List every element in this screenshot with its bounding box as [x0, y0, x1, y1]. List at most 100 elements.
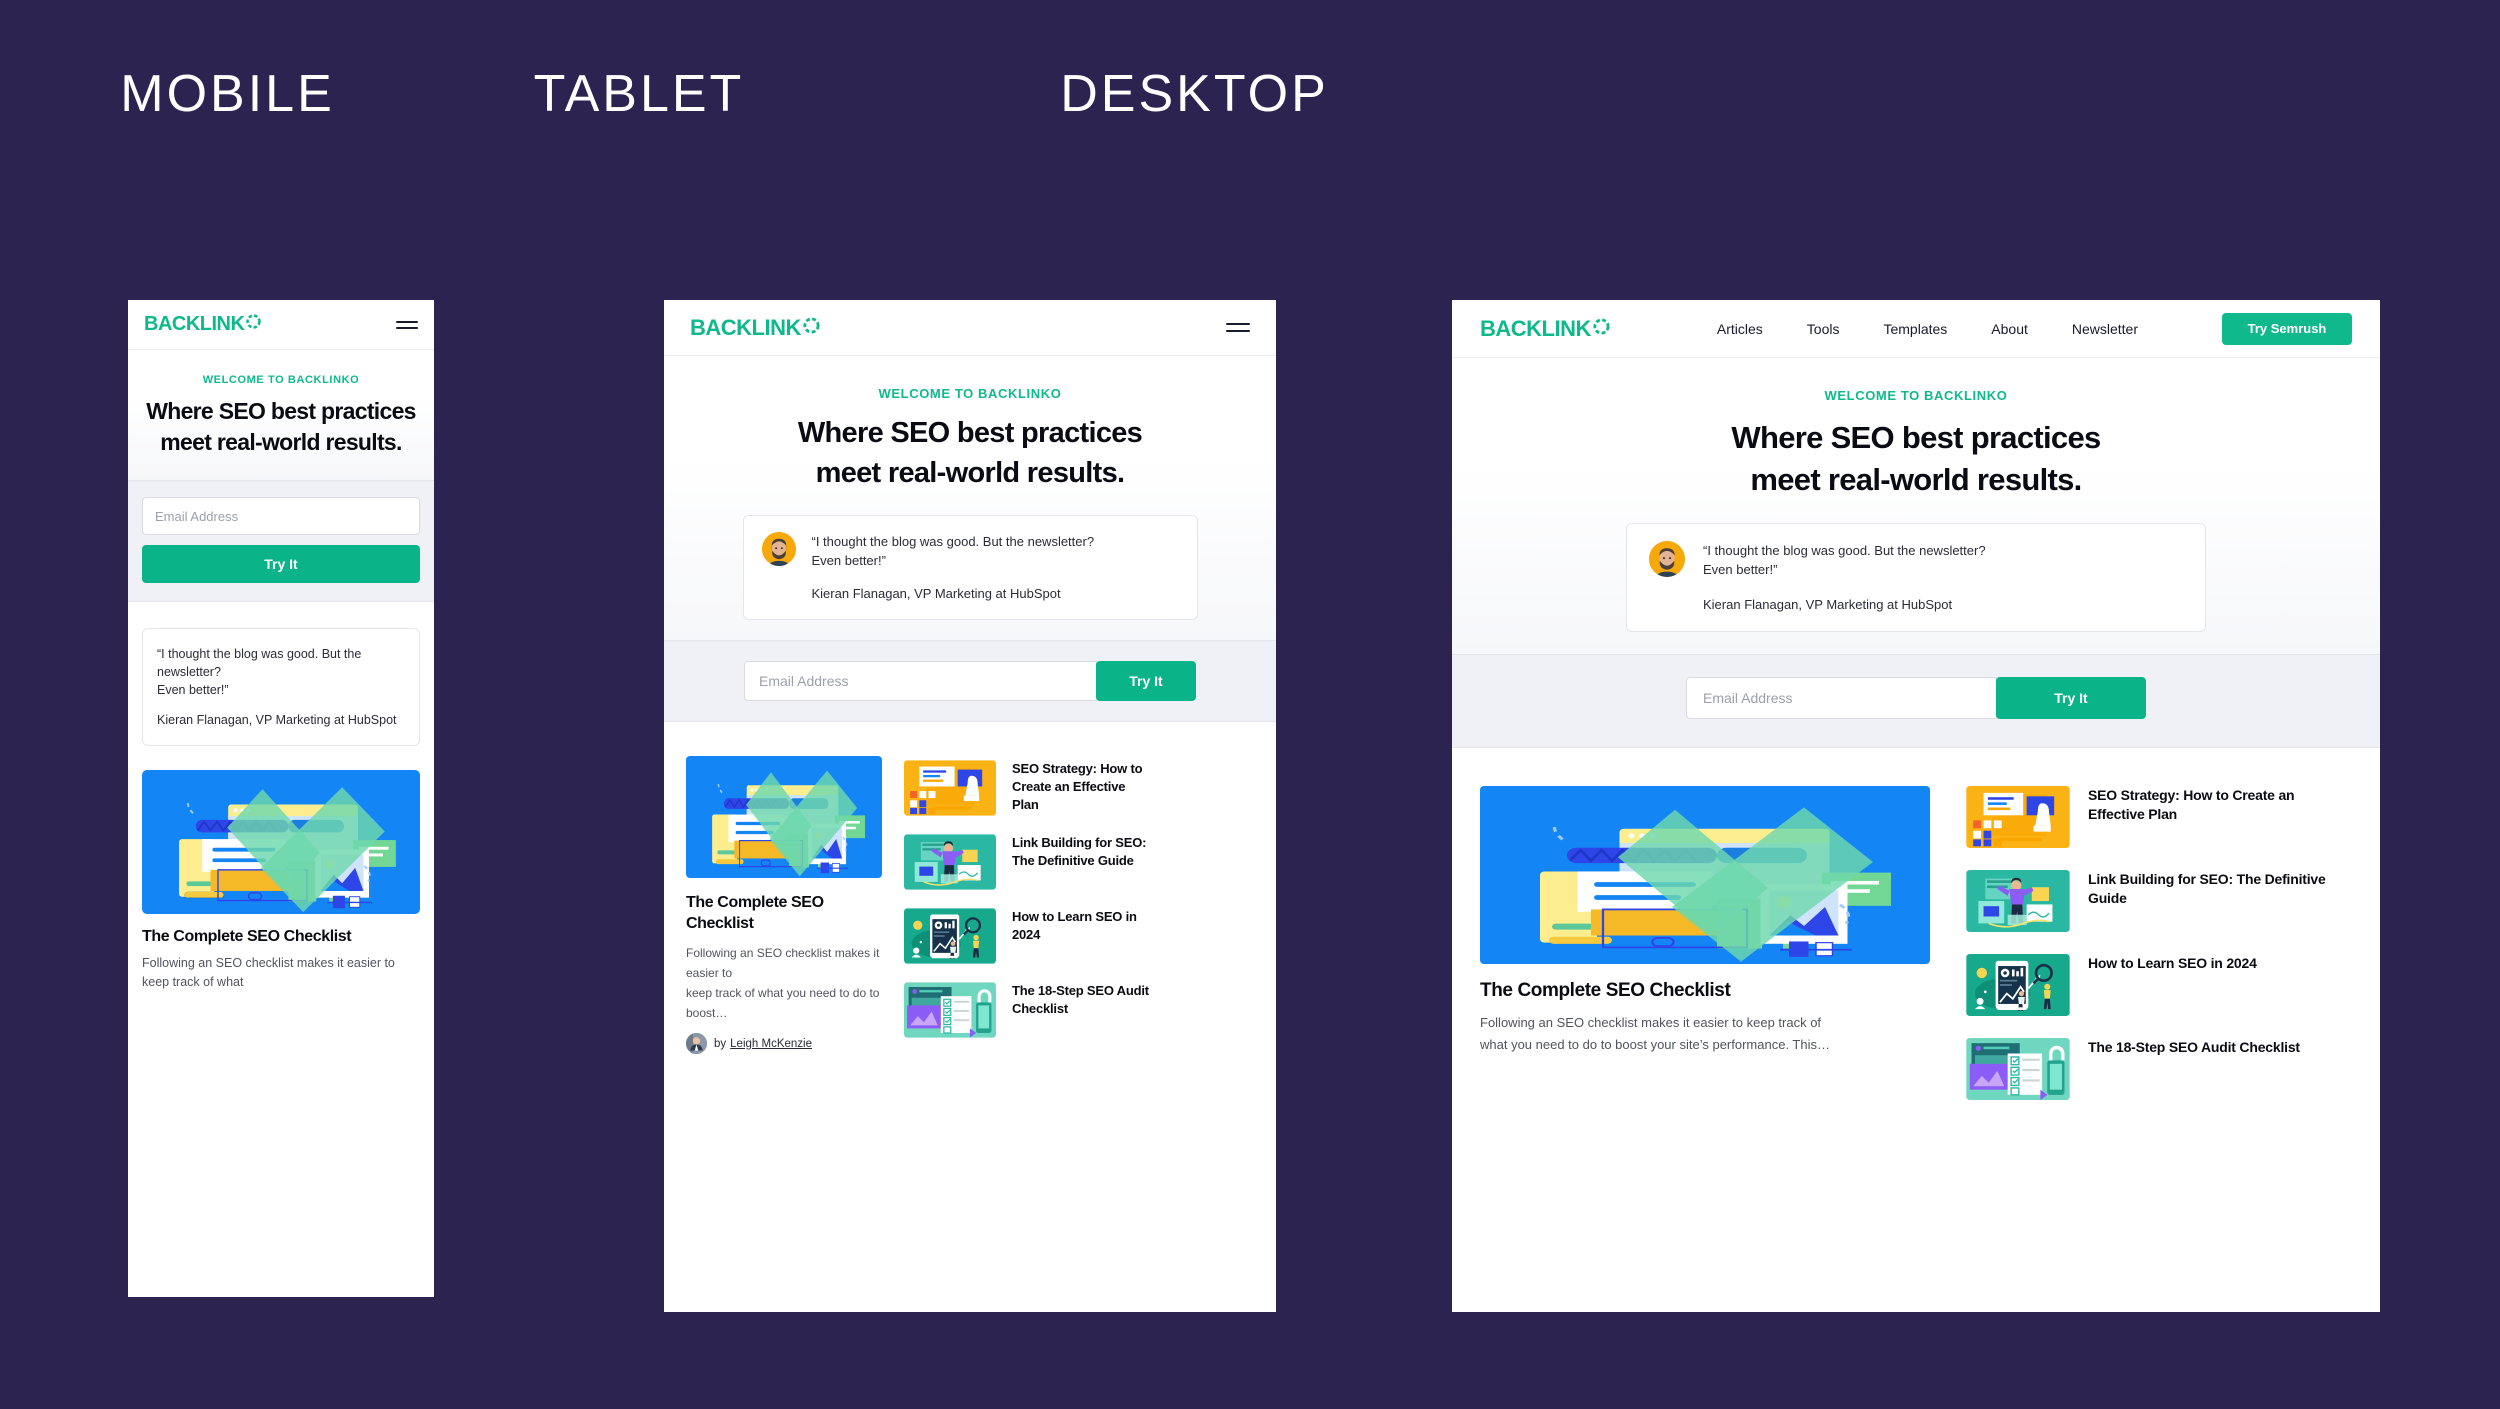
- tablet-signup-band: Try It: [664, 640, 1276, 722]
- label-mobile: MOBILE: [120, 65, 335, 123]
- testimonial-attribution: Kieran Flanagan, VP Marketing at HubSpot: [1703, 597, 1953, 612]
- nav-item-tools[interactable]: Tools: [1807, 321, 1840, 337]
- viewport-comparison-board: MOBILE TABLET DESKTOP BACKLINK WELCOME T…: [0, 0, 2500, 1409]
- email-field[interactable]: [1686, 677, 1997, 719]
- list-item-title-line: The 18-Step SEO Audit: [1012, 983, 1149, 998]
- list-item[interactable]: How to Learn SEO in 2024: [904, 908, 1254, 964]
- testimonial-card: “I thought the blog was good. But the ne…: [742, 515, 1198, 620]
- list-item-title-line: SEO Strategy: How to Create an: [2088, 787, 2295, 803]
- list-item-title: SEO Strategy: How to Create an Effective…: [2088, 786, 2295, 824]
- featured-article-excerpt-line1: Following an SEO checklist makes it easi…: [686, 946, 880, 980]
- seo-audit-illustration-icon: [1966, 1038, 2070, 1100]
- testimonial-body: “I thought the blog was good. But the ne…: [157, 645, 405, 729]
- list-item-title: SEO Strategy: How to Create an Effective…: [1012, 760, 1143, 814]
- tablet-content: The Complete SEO Checklist Following an …: [664, 722, 1276, 1054]
- desktop-hero: WELCOME TO BACKLINKO Where SEO best prac…: [1452, 358, 2380, 654]
- tablet-site-header: BACKLINK: [664, 300, 1276, 356]
- seo-checklist-illustration-icon: [142, 770, 420, 914]
- email-field[interactable]: [142, 497, 420, 535]
- main-nav: Articles Tools Templates About Newslette…: [1717, 321, 2138, 337]
- submit-button[interactable]: Try It: [1996, 677, 2146, 719]
- try-semrush-button[interactable]: Try Semrush: [2222, 312, 2352, 345]
- testimonial-quote-line1: “I thought the blog was good. But the ne…: [1703, 543, 1986, 558]
- list-item[interactable]: SEO Strategy: How to Create an Effective…: [1966, 786, 2352, 848]
- list-item-title-line: Create an Effective: [1012, 779, 1126, 794]
- hero-headline-line2: meet real-world results.: [1750, 462, 2082, 497]
- hero-headline-line1: Where SEO best practices: [797, 417, 1143, 449]
- list-item-title-line: Plan: [1012, 797, 1039, 812]
- list-item[interactable]: Link Building for SEO: The Definitive Gu…: [1966, 870, 2352, 932]
- testimonial-quote-line2: Even better!”: [1703, 562, 1778, 577]
- hero-headline-line1: Where SEO best practices: [1731, 420, 2101, 455]
- byline-prefix: by: [714, 1037, 727, 1050]
- testimonial-attribution: Kieran Flanagan, VP Marketing at HubSpot: [811, 586, 1061, 601]
- hero-eyebrow: WELCOME TO BACKLINKO: [1824, 388, 2008, 403]
- page-title: Where SEO best practices meet real-world…: [1476, 417, 2356, 501]
- tablet-featured-article[interactable]: The Complete SEO Checklist Following an …: [686, 756, 882, 1054]
- byline-author-link[interactable]: Leigh McKenzie: [730, 1038, 812, 1050]
- featured-article-title: The Complete SEO Checklist: [686, 892, 882, 934]
- tablet-viewport: BACKLINK WELCOME TO BACKLINKO Where SEO …: [664, 300, 1276, 1312]
- logo[interactable]: BACKLINK: [144, 313, 262, 336]
- link-building-illustration-icon: [904, 834, 996, 890]
- byline[interactable]: by Leigh McKenzie: [686, 1033, 882, 1054]
- logo-text: BACKLINK: [1480, 315, 1591, 341]
- list-item-title-line: Checklist: [1012, 1001, 1069, 1016]
- desktop-signup-band: Try It: [1452, 654, 2380, 748]
- list-item[interactable]: SEO Strategy: How to Create an Effective…: [904, 760, 1254, 816]
- testimonial-card: “I thought the blog was good. But the ne…: [1626, 523, 2206, 632]
- hamburger-icon[interactable]: [396, 320, 418, 329]
- list-item-title: Link Building for SEO: The Definitive Gu…: [1012, 834, 1146, 870]
- testimonial-quote-line2: Even better!”: [157, 683, 229, 697]
- list-item-title-line: 2024: [1012, 927, 1041, 942]
- list-item-title-line: Link Building for SEO: The Definitive: [2088, 871, 2326, 887]
- seo-checklist-illustration-icon: [1480, 786, 1930, 964]
- dashed-circle-o-icon: [1592, 317, 1611, 336]
- list-item-title-line: How to Learn SEO in: [1012, 909, 1137, 924]
- featured-article-title: The Complete SEO Checklist: [1480, 980, 1731, 1001]
- logo[interactable]: BACKLINK: [690, 315, 821, 341]
- submit-button[interactable]: Try It: [142, 545, 420, 583]
- seo-audit-illustration-icon: [904, 982, 996, 1038]
- desktop-article-list: SEO Strategy: How to Create an Effective…: [1966, 786, 2352, 1100]
- nav-item-newsletter[interactable]: Newsletter: [2072, 321, 2138, 337]
- dashed-circle-o-icon: [802, 316, 821, 335]
- testimonial-attribution: Kieran Flanagan, VP Marketing at HubSpot: [157, 713, 397, 727]
- list-item-title-line: The Definitive Guide: [1012, 853, 1134, 868]
- email-field[interactable]: [744, 661, 1097, 701]
- featured-article-excerpt-line2: what you need to do to boost your site’s…: [1480, 1037, 1830, 1052]
- nav-item-templates[interactable]: Templates: [1883, 321, 1947, 337]
- desktop-featured-article[interactable]: The Complete SEO Checklist Following an …: [1480, 786, 1930, 1100]
- hero-headline-line1: Where SEO best practices: [146, 398, 416, 424]
- page-title: Where SEO best practices meet real-world…: [142, 396, 420, 458]
- list-item-title: How to Learn SEO in 2024: [2088, 954, 2257, 973]
- list-item[interactable]: The 18-Step SEO Audit Checklist: [1966, 1038, 2352, 1100]
- featured-article-title: The Complete SEO Checklist: [142, 928, 352, 945]
- submit-button[interactable]: Try It: [1096, 661, 1196, 701]
- nav-item-about[interactable]: About: [1991, 321, 2028, 337]
- list-item[interactable]: Link Building for SEO: The Definitive Gu…: [904, 834, 1254, 890]
- list-item-title-line: Effective Plan: [2088, 806, 2178, 822]
- mobile-featured-article[interactable]: The Complete SEO Checklist Following an …: [128, 770, 434, 1006]
- learn-seo-illustration-icon: [904, 908, 996, 964]
- list-item[interactable]: The 18-Step SEO Audit Checklist: [904, 982, 1254, 1038]
- logo[interactable]: BACKLINK: [1480, 316, 1611, 342]
- link-building-illustration-icon: [1966, 870, 2070, 932]
- list-item[interactable]: How to Learn SEO in 2024: [1966, 954, 2352, 1016]
- seo-checklist-illustration-icon: [686, 756, 882, 878]
- avatar: [1649, 541, 1685, 577]
- tablet-article-list: SEO Strategy: How to Create an Effective…: [904, 756, 1254, 1054]
- hamburger-icon[interactable]: [1226, 323, 1250, 332]
- list-item-title-line: How to Learn SEO in 2024: [2088, 955, 2257, 971]
- label-desktop: DESKTOP: [1060, 65, 1329, 123]
- desktop-viewport: BACKLINK Articles Tools Templates About …: [1452, 300, 2380, 1312]
- seo-strategy-illustration-icon: [904, 760, 996, 816]
- featured-article-excerpt-line1: Following an SEO checklist makes it easi…: [1480, 1015, 1822, 1030]
- list-item-title-line: The 18-Step SEO Audit Checklist: [2088, 1039, 2300, 1055]
- tablet-hero: WELCOME TO BACKLINKO Where SEO best prac…: [664, 356, 1276, 640]
- desktop-site-header: BACKLINK Articles Tools Templates About …: [1452, 300, 2380, 358]
- nav-item-articles[interactable]: Articles: [1717, 321, 1763, 337]
- logo-text: BACKLINK: [144, 313, 245, 335]
- list-item-title: The 18-Step SEO Audit Checklist: [2088, 1038, 2300, 1057]
- testimonial-body: “I thought the blog was good. But the ne…: [812, 532, 1095, 603]
